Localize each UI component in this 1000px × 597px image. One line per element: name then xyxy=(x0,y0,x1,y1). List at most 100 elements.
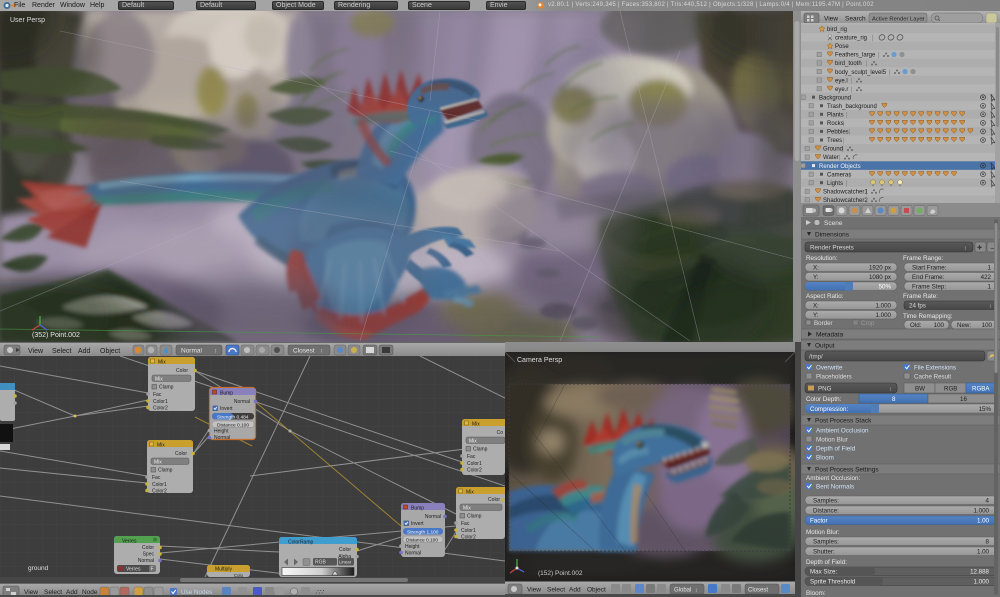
svg-text:Mix: Mix xyxy=(463,506,471,512)
svg-text:Shadowcatcher1: Shadowcatcher1 xyxy=(823,190,868,196)
svg-text:ground: ground xyxy=(28,565,49,572)
svg-text:Trash_background: Trash_background xyxy=(827,104,877,110)
svg-text:Linear: Linear xyxy=(339,560,352,565)
svg-text:Output: Output xyxy=(815,343,835,350)
svg-text:Color1: Color1 xyxy=(153,399,168,405)
svg-text:Mix: Mix xyxy=(154,460,162,466)
svg-text:Placeholders: Placeholders xyxy=(816,374,852,381)
svg-text:Clamp: Clamp xyxy=(158,468,173,474)
svg-text:(352) Point.002: (352) Point.002 xyxy=(32,332,80,339)
svg-text:BW: BW xyxy=(915,386,925,393)
svg-text:View: View xyxy=(28,348,44,355)
svg-text:Distance 0.100: Distance 0.100 xyxy=(406,537,438,543)
svg-text:Ground: Ground xyxy=(823,147,843,153)
svg-text:Crop: Crop xyxy=(861,320,875,327)
svg-text:Color: Color xyxy=(175,451,187,457)
svg-text:Trees: Trees xyxy=(827,138,842,144)
svg-text:16: 16 xyxy=(960,396,967,403)
svg-text:Scene: Scene xyxy=(824,220,843,227)
svg-text:Active Render Layer: Active Render Layer xyxy=(872,16,925,22)
svg-text:ColorRamp: ColorRamp xyxy=(288,540,314,546)
svg-text:Border: Border xyxy=(814,320,833,327)
svg-text:Strength 1.100: Strength 1.100 xyxy=(407,529,439,535)
svg-text:End Frame:: End Frame: xyxy=(912,274,945,281)
svg-text:1: 1 xyxy=(988,265,992,272)
svg-text:Distance:: Distance: xyxy=(813,508,839,515)
svg-text:Depth of Field:: Depth of Field: xyxy=(806,559,847,566)
svg-text:Color1: Color1 xyxy=(152,482,167,488)
svg-text:body_sculpt_level5: body_sculpt_level5 xyxy=(835,70,887,76)
svg-text:Resolution:: Resolution: xyxy=(806,255,838,262)
svg-text:RGBA: RGBA xyxy=(972,386,990,393)
svg-text:1.000: 1.000 xyxy=(876,312,892,319)
svg-text:Color1: Color1 xyxy=(467,461,482,467)
svg-text:✚: ✚ xyxy=(977,245,982,252)
svg-text:Normal: Normal xyxy=(181,348,203,355)
svg-text:Fac: Fac xyxy=(153,392,162,398)
svg-text:bird_tooth: bird_tooth xyxy=(835,61,862,67)
svg-text:1080 px: 1080 px xyxy=(869,274,892,281)
svg-text:Ambient Occlusion: Ambient Occlusion xyxy=(816,428,869,435)
svg-text:Verres: Verres xyxy=(126,567,141,573)
svg-text:↕: ↕ xyxy=(889,387,892,393)
svg-text:Render Objects: Render Objects xyxy=(819,164,861,170)
svg-text:Samples:: Samples: xyxy=(813,539,839,546)
svg-text:↕: ↕ xyxy=(921,16,924,22)
svg-text:50%: 50% xyxy=(879,284,892,291)
svg-text:Y:: Y: xyxy=(813,274,819,281)
svg-text:Cameras: Cameras xyxy=(827,172,851,178)
svg-text:creature_rig: creature_rig xyxy=(835,36,867,42)
svg-text:↕: ↕ xyxy=(964,246,967,252)
svg-text:Water: Water xyxy=(823,155,839,161)
svg-text:Closest: Closest xyxy=(293,348,315,355)
svg-text:Clamp: Clamp xyxy=(159,385,174,391)
svg-text:Compression:: Compression: xyxy=(810,406,848,413)
svg-text:Motion Blur: Motion Blur xyxy=(816,437,848,444)
svg-text:Strength 0.484: Strength 0.484 xyxy=(217,414,249,420)
svg-text:Object: Object xyxy=(100,348,120,355)
svg-text:Fac: Fac xyxy=(467,454,476,460)
svg-text:Aspect Ratio:: Aspect Ratio: xyxy=(806,293,844,300)
svg-text:Fac: Fac xyxy=(461,521,470,527)
svg-text:Old:: Old: xyxy=(910,322,922,329)
svg-text:↕: ↕ xyxy=(214,349,217,355)
svg-text:Shutter:: Shutter: xyxy=(813,549,835,556)
svg-text:Mix: Mix xyxy=(155,377,163,383)
svg-text:Color1: Color1 xyxy=(461,528,476,534)
svg-text:Render Presets: Render Presets xyxy=(810,245,854,252)
svg-text:8: 8 xyxy=(892,396,896,403)
svg-text:Bent Normals: Bent Normals xyxy=(816,484,854,491)
svg-text:Spec: Spec xyxy=(143,552,155,558)
svg-text:Frame Range:: Frame Range: xyxy=(903,255,943,262)
svg-text:Post Process Stack: Post Process Stack xyxy=(815,418,872,425)
svg-text:Pose: Pose xyxy=(835,44,849,50)
svg-text:Search: Search xyxy=(845,16,866,23)
svg-text:Overwrite: Overwrite xyxy=(816,365,843,372)
svg-text:eye.l: eye.l xyxy=(835,78,848,84)
svg-text:Add: Add xyxy=(569,587,581,594)
svg-text:Color Depth:: Color Depth: xyxy=(806,396,842,403)
svg-text:Time Remapping:: Time Remapping: xyxy=(903,313,953,320)
svg-text:Select: Select xyxy=(547,587,565,594)
svg-text:Mix: Mix xyxy=(472,422,480,428)
svg-text:8: 8 xyxy=(986,539,990,546)
svg-text:Color2: Color2 xyxy=(467,468,482,474)
svg-text:Bump: Bump xyxy=(220,391,233,397)
svg-text:Post Process Settings: Post Process Settings xyxy=(815,467,879,474)
svg-text:User Persp: User Persp xyxy=(10,17,45,24)
svg-text:Ambient Occlusion:: Ambient Occlusion: xyxy=(806,475,860,482)
svg-text:bird_rig: bird_rig xyxy=(827,27,847,33)
svg-text:X:: X: xyxy=(813,265,819,272)
svg-text:Frame Step:: Frame Step: xyxy=(912,284,946,291)
svg-text:↕: ↕ xyxy=(320,349,323,355)
svg-text:Multiply: Multiply xyxy=(215,567,232,573)
svg-text:Select: Select xyxy=(52,348,72,355)
svg-text:(152) Point.002: (152) Point.002 xyxy=(538,570,583,577)
svg-text:Color2: Color2 xyxy=(153,406,168,412)
svg-text:Bloom:: Bloom: xyxy=(806,590,826,597)
svg-text:Verres: Verres xyxy=(122,539,137,545)
svg-text:Y:: Y: xyxy=(813,312,819,319)
svg-text:Clamp: Clamp xyxy=(473,447,488,453)
svg-text:Normal: Normal xyxy=(214,435,230,441)
svg-text:Normal: Normal xyxy=(234,399,250,405)
